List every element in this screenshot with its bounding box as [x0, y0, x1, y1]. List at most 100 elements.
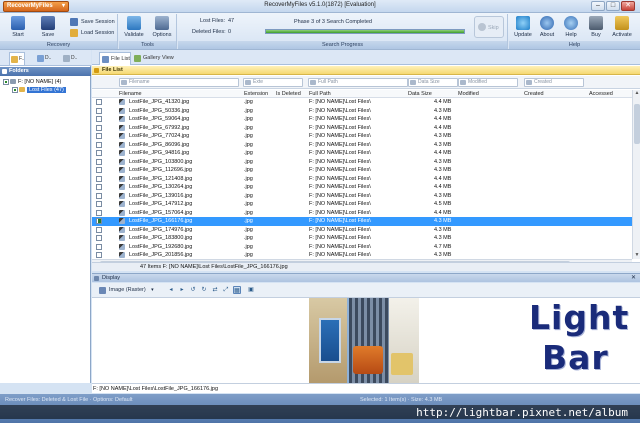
table-row[interactable]: LostFile_JPG_166176.jpg .jpg F: [NO NAME]\… [92, 217, 632, 226]
cell-filename: LostFile_JPG_50336.jpg [129, 107, 190, 114]
column-header-accessed[interactable]: Accessed [589, 90, 613, 98]
table-row[interactable]: LostFile_JPG_174976.jpg .jpg F: [NO NAME]\… [92, 226, 632, 235]
row-checkbox[interactable] [96, 99, 102, 105]
close-icon[interactable]: ✕ [631, 274, 636, 283]
column-header-modified[interactable]: Modified [458, 90, 479, 98]
table-row[interactable]: LostFile_JPG_50336.jpg .jpg F: [NO NAME]\L… [92, 107, 632, 116]
table-row[interactable]: LostFile_JPG_112696.jpg .jpg F: [NO NAME]\… [92, 166, 632, 175]
save-button[interactable]: Save [34, 15, 62, 41]
tab-folders[interactable]: F.. [9, 52, 26, 65]
table-row[interactable]: LostFile_JPG_77024.jpg .jpg F: [NO NAME]\L… [92, 132, 632, 141]
zoom-in-icon[interactable]: ▸ [178, 286, 186, 294]
column-header-filename[interactable]: Filename [119, 90, 142, 98]
table-row[interactable]: LostFile_JPG_67992.jpg .jpg F: [NO NAME]\L… [92, 124, 632, 133]
scroll-up-icon[interactable]: ▲ [633, 90, 640, 97]
skip-button[interactable]: Skip [474, 16, 504, 38]
file-rows: LostFile_JPG_41320.jpg .jpg F: [NO NAME]\L… [92, 98, 632, 259]
folder-icon [19, 87, 25, 93]
column-header-data-size[interactable]: Data Size [408, 90, 432, 98]
table-row[interactable]: LostFile_JPG_59064.jpg .jpg F: [NO NAME]\L… [92, 115, 632, 124]
tree-item-drive[interactable]: F: [NO NAME] (4) [3, 78, 61, 86]
row-checkbox[interactable] [96, 124, 102, 131]
flip-icon[interactable]: ⇄ [211, 286, 219, 294]
scroll-thumb[interactable] [634, 104, 640, 144]
row-checkbox[interactable] [96, 184, 102, 190]
tree-checkbox[interactable] [12, 86, 18, 93]
zoom-out-icon[interactable]: ◂ [167, 286, 175, 294]
gallery-icon [134, 55, 141, 62]
extension-filter[interactable]: Exte [243, 78, 303, 87]
filename-filter[interactable]: Filename [119, 78, 239, 87]
rotate-left-icon[interactable]: ↺ [189, 286, 197, 294]
cell-full-path: F: [NO NAME]\Lost Files\ [309, 150, 371, 156]
row-checkbox[interactable] [96, 192, 102, 199]
tree-checkbox[interactable] [3, 78, 9, 85]
column-header-created[interactable]: Created [524, 90, 544, 98]
row-checkbox[interactable] [96, 133, 102, 139]
status-right: Selected: 1 Item(s) · Size: 4.3 MB [360, 397, 443, 403]
options-icon [155, 16, 169, 30]
row-checkbox[interactable] [96, 218, 102, 224]
table-row[interactable]: LostFile_JPG_192680.jpg .jpg F: [NO NAME]\… [92, 243, 632, 252]
row-checkbox[interactable] [96, 243, 102, 250]
column-header-extension[interactable]: Extension [244, 90, 268, 98]
help-button[interactable]: Help [557, 15, 585, 41]
scroll-down-icon[interactable]: ▼ [633, 252, 640, 259]
activate-button[interactable]: Activate [608, 15, 636, 41]
search-progress-fill [266, 30, 464, 33]
row-checkbox[interactable] [96, 226, 102, 233]
modified-filter[interactable]: Modified [458, 78, 518, 87]
fullscreen-icon[interactable]: ▣ [247, 286, 255, 294]
row-checkbox[interactable] [96, 175, 102, 182]
row-checkbox[interactable] [96, 167, 102, 173]
validate-button[interactable]: Validate [120, 15, 148, 41]
maximize-button[interactable]: □ [606, 1, 620, 11]
column-header-is-deleted[interactable]: Is Deleted [276, 90, 301, 98]
row-checkbox[interactable] [96, 158, 102, 165]
table-row[interactable]: LostFile_JPG_147912.jpg .jpg F: [NO NAME]\… [92, 200, 632, 209]
table-row[interactable]: LostFile_JPG_94816.jpg .jpg F: [NO NAME]\L… [92, 149, 632, 158]
buy-button[interactable]: Buy [582, 15, 610, 41]
start-button[interactable]: Start [4, 15, 32, 41]
table-row[interactable]: LostFile_JPG_157064.jpg .jpg F: [NO NAME]\… [92, 209, 632, 218]
tab-file-list[interactable]: File List [99, 52, 131, 65]
data-size-filter[interactable]: Data Size [408, 78, 458, 87]
load-session-button[interactable]: Load Session [70, 28, 114, 38]
table-row[interactable]: LostFile_JPG_103800.jpg .jpg F: [NO NAME]\… [92, 158, 632, 167]
table-row[interactable]: LostFile_JPG_130264.jpg .jpg F: [NO NAME]\… [92, 183, 632, 192]
table-row[interactable]: LostFile_JPG_201856.jpg .jpg F: [NO NAME]\… [92, 251, 632, 259]
row-checkbox[interactable] [96, 252, 102, 258]
actual-size-icon[interactable]: ▦ [233, 286, 241, 294]
rotate-right-icon[interactable]: ↻ [200, 286, 208, 294]
row-checkbox[interactable] [96, 235, 102, 241]
full-path-filter[interactable]: Full Path [308, 78, 408, 87]
save-session-button[interactable]: Save Session [70, 17, 115, 27]
table-row[interactable]: LostFile_JPG_86096.jpg .jpg F: [NO NAME]\L… [92, 141, 632, 150]
fit-icon[interactable]: ⤢ [222, 286, 230, 294]
minimize-button[interactable]: – [591, 1, 605, 11]
column-header-full-path[interactable]: Full Path [309, 90, 331, 98]
row-checkbox[interactable] [96, 116, 102, 122]
table-row[interactable]: LostFile_JPG_121408.jpg .jpg F: [NO NAME]\… [92, 175, 632, 184]
image-mode-dropdown[interactable]: Image (Raster) ▾ [98, 285, 155, 296]
options-button[interactable]: Options [148, 15, 176, 41]
row-checkbox[interactable] [96, 209, 102, 216]
row-checkbox[interactable] [96, 107, 102, 114]
row-checkbox[interactable] [96, 141, 102, 148]
vertical-scrollbar[interactable]: ▲ ▼ [632, 90, 640, 259]
table-row[interactable]: LostFile_JPG_41320.jpg .jpg F: [NO NAME]\L… [92, 98, 632, 107]
table-row[interactable]: LostFile_JPG_183800.jpg .jpg F: [NO NAME]\… [92, 234, 632, 243]
info-icon [540, 16, 554, 30]
tab-date[interactable]: D.. [36, 52, 51, 65]
jpg-file-icon [119, 226, 125, 233]
tab-deleted[interactable]: D.. [62, 52, 77, 65]
cell-data-size: 4.5 MB [434, 201, 452, 207]
tab-gallery-view[interactable]: Gallery View [132, 52, 174, 65]
tree-item-lost-files[interactable]: Lost Files (47) [12, 86, 66, 94]
close-button[interactable]: ✕ [621, 1, 635, 11]
row-checkbox[interactable] [96, 150, 102, 156]
tab-file-list-label: File List [111, 56, 130, 62]
row-checkbox[interactable] [96, 201, 102, 207]
table-row[interactable]: LostFile_JPG_139016.jpg .jpg F: [NO NAME]\… [92, 192, 632, 201]
created-filter[interactable]: Created [524, 78, 584, 87]
